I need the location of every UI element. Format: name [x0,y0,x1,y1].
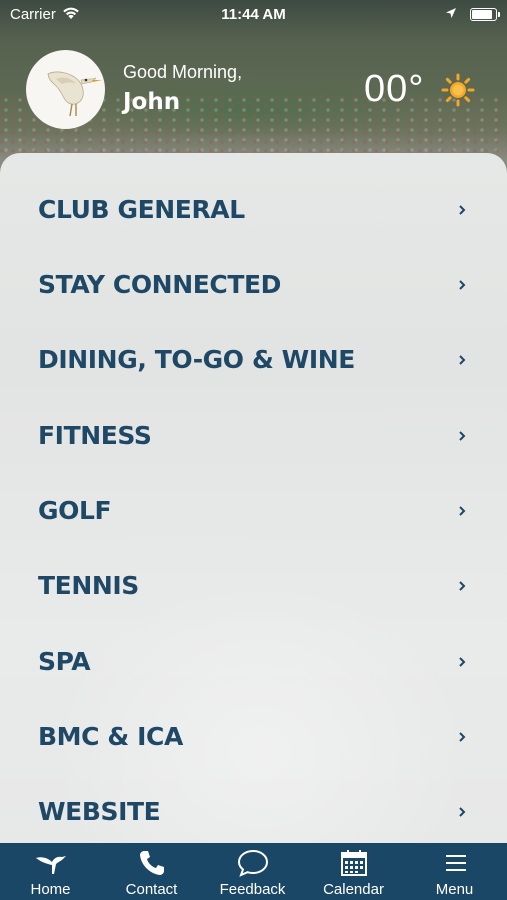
menu-item-golf[interactable]: GOLF [0,473,507,548]
chevron-right-icon [459,731,466,742]
tab-label: Contact [125,881,178,898]
menu-item-website[interactable]: WEBSITE [0,774,507,843]
menu-item-label: BMC & ICA [38,722,183,751]
chevron-right-icon [459,656,466,667]
tab-contact[interactable]: Contact [101,843,202,900]
calendar-icon [340,850,367,876]
sun-icon [441,73,475,107]
tab-label: Menu [435,881,474,898]
battery-icon [470,8,500,21]
chevron-right-icon [459,806,466,817]
tab-label: Home [30,881,71,898]
menu-card: CLUB GENERAL STAY CONNECTED DINING, TO-G… [0,153,507,843]
menu-item-stay-connected[interactable]: STAY CONNECTED [0,247,507,322]
status-bar: Carrier 11:44 AM [0,0,507,28]
menu-item-label: TENNIS [38,571,139,600]
menu-item-dining[interactable]: DINING, TO-GO & WINE [0,322,507,397]
user-name: John [123,89,181,115]
bird-icon [35,856,66,874]
menu-item-label: GOLF [38,496,112,525]
tab-feedback[interactable]: Feedback [202,843,303,900]
menu-item-bmc-ica[interactable]: BMC & ICA [0,699,507,774]
avatar[interactable] [26,50,105,129]
menu-item-tennis[interactable]: TENNIS [0,548,507,623]
tab-home[interactable]: Home [0,843,101,900]
location-arrow-icon [445,6,457,23]
greeting-text: Good Morning, [123,62,243,82]
menu-item-label: STAY CONNECTED [38,270,282,299]
battery-level [472,10,492,19]
menu-item-label: SPA [38,647,91,676]
menu-item-fitness[interactable]: FITNESS [0,398,507,473]
menu-item-label: CLUB GENERAL [38,195,245,224]
menu-item-label: WEBSITE [38,797,161,826]
chat-bubble-icon [237,849,268,877]
tab-label: Calendar [323,881,384,898]
chevron-right-icon [459,354,466,365]
egret-logo-icon [47,71,102,117]
chevron-right-icon [459,279,466,290]
chevron-right-icon [459,430,466,441]
chevron-right-icon [459,580,466,591]
phone-icon [139,851,164,875]
menu-item-spa[interactable]: SPA [0,624,507,699]
chevron-right-icon [459,505,466,516]
menu-item-club-general[interactable]: CLUB GENERAL [0,172,507,247]
tab-bar: Home Contact Feedback Calendar Menu [0,843,507,900]
temperature: 00° [364,68,425,110]
menu-item-label: DINING, TO-GO & WINE [38,345,355,374]
tab-calendar[interactable]: Calendar [303,843,404,900]
status-time: 11:44 AM [221,6,286,23]
tab-menu[interactable]: Menu [404,843,507,900]
hamburger-icon [445,855,466,871]
chevron-right-icon [459,204,466,215]
menu-item-label: FITNESS [38,421,152,450]
tab-label: Feedback [219,881,286,898]
